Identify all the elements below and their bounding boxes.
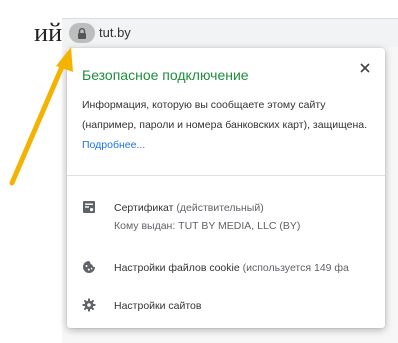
- certificate-label: Сертификат: [114, 202, 174, 214]
- cookie-detail: (используется 149 фа: [242, 262, 349, 274]
- cookie-label: Настройки файлов cookie: [114, 262, 240, 274]
- site-settings-row[interactable]: Настройки сайтов: [67, 297, 385, 315]
- close-icon: [360, 63, 370, 73]
- site-info-popup: Безопасное подключение Информация, котор…: [67, 48, 385, 328]
- popup-title: Безопасное подключение: [82, 67, 249, 83]
- address-bar[interactable]: tut.by: [62, 18, 398, 48]
- certificate-text: Сертификат (действительный) Кому выдан: …: [114, 199, 300, 235]
- connection-info-text: Информация, которую вы сообщаете этому с…: [82, 99, 368, 131]
- connection-info: Информация, которую вы сообщаете этому с…: [82, 95, 377, 155]
- certificate-row[interactable]: Сертификат (действительный) Кому выдан: …: [67, 199, 385, 235]
- background-page-text: ий: [34, 18, 62, 47]
- certificate-icon: [83, 201, 95, 213]
- cookie-text: Настройки файлов cookie (используется 14…: [114, 259, 349, 277]
- site-info-button[interactable]: [69, 23, 95, 43]
- lock-icon: [78, 27, 86, 39]
- certificate-issued-to: Кому выдан: TUT BY MEDIA, LLC (BY): [114, 220, 301, 232]
- more-link[interactable]: Подробнее...: [82, 139, 145, 151]
- cookie-icon: [83, 261, 95, 273]
- cookie-settings-row[interactable]: Настройки файлов cookie (используется 14…: [67, 259, 385, 277]
- divider: [67, 175, 385, 176]
- site-settings-label: Настройки сайтов: [114, 300, 202, 312]
- certificate-status: (действительный): [176, 202, 264, 214]
- url-text[interactable]: tut.by: [99, 25, 131, 40]
- close-button[interactable]: [355, 58, 375, 78]
- gear-icon: [82, 298, 96, 312]
